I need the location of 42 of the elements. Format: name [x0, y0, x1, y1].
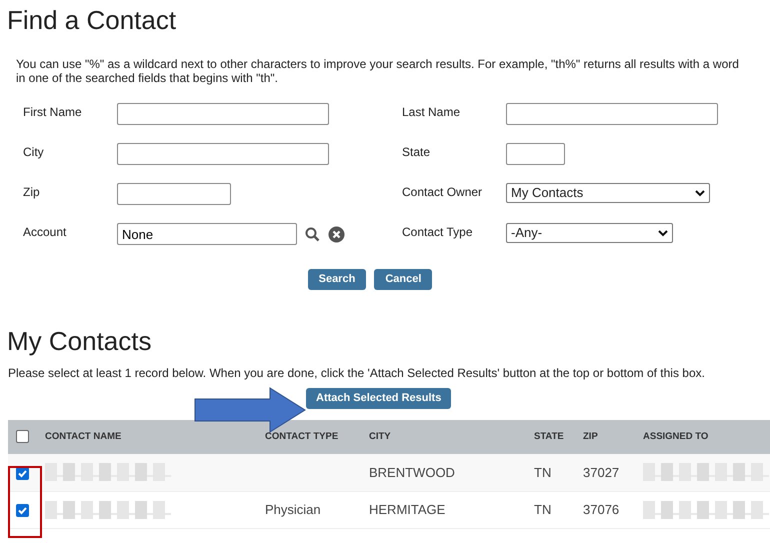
column-header: ZIP [583, 430, 598, 442]
cancel-button[interactable]: Cancel [374, 269, 432, 290]
table-cell: 37027 [583, 464, 620, 480]
column-header: STATE [534, 430, 564, 442]
field-label: Contact Owner [402, 184, 484, 201]
dropdown-field[interactable]: My Contacts [506, 183, 710, 203]
clear-icon[interactable] [328, 226, 345, 242]
field-label: Zip [23, 184, 41, 201]
search-icon[interactable] [305, 226, 320, 242]
column-header: CITY [369, 430, 391, 442]
page-title: Find a Contact [6, 4, 178, 36]
checkbox[interactable] [16, 504, 29, 517]
attach-selected-button[interactable]: Attach Selected Results [306, 388, 452, 409]
text-field[interactable] [506, 143, 565, 165]
field-label: State [402, 144, 432, 161]
table-cell: 37076 [583, 502, 620, 517]
text-field[interactable] [117, 103, 329, 125]
checkbox[interactable] [16, 430, 29, 443]
text-field[interactable] [117, 143, 329, 165]
search-button[interactable]: Search [308, 269, 366, 290]
field-label: Last Name [402, 104, 462, 121]
table-cell: Physician [265, 502, 321, 517]
field-label: Contact Type [402, 224, 474, 241]
search-hint: You can use "%" as a wildcard next to other characters to improve your search results. For example, "th%" returns all results with a word in one of the searched fields that begins with "th". [16, 57, 740, 85]
column-header: ASSIGNED TO [643, 430, 708, 442]
text-field[interactable] [117, 183, 231, 205]
table-cell: TN [534, 502, 552, 517]
field-label: Account [23, 224, 68, 241]
caret-icon [658, 230, 668, 236]
field-label: City [23, 144, 45, 161]
caret-icon [695, 190, 705, 196]
column-header: CONTACT NAME [45, 430, 122, 442]
instruction-text: Please select at least 1 record below. When you are done, click the 'Attach Selected Results' button at the top or bottom of this box. [8, 366, 706, 380]
table-cell: TN [534, 464, 552, 480]
field-label: First Name [23, 104, 83, 121]
lookup-field[interactable]: None [117, 223, 297, 245]
column-header: CONTACT TYPE [265, 430, 338, 442]
table-cell: HERMITAGE [369, 502, 446, 517]
dropdown-field[interactable]: -Any- [506, 223, 673, 243]
section-title: My Contacts [7, 326, 152, 356]
text-field[interactable] [506, 103, 718, 125]
table-cell: BRENTWOOD [369, 464, 455, 480]
